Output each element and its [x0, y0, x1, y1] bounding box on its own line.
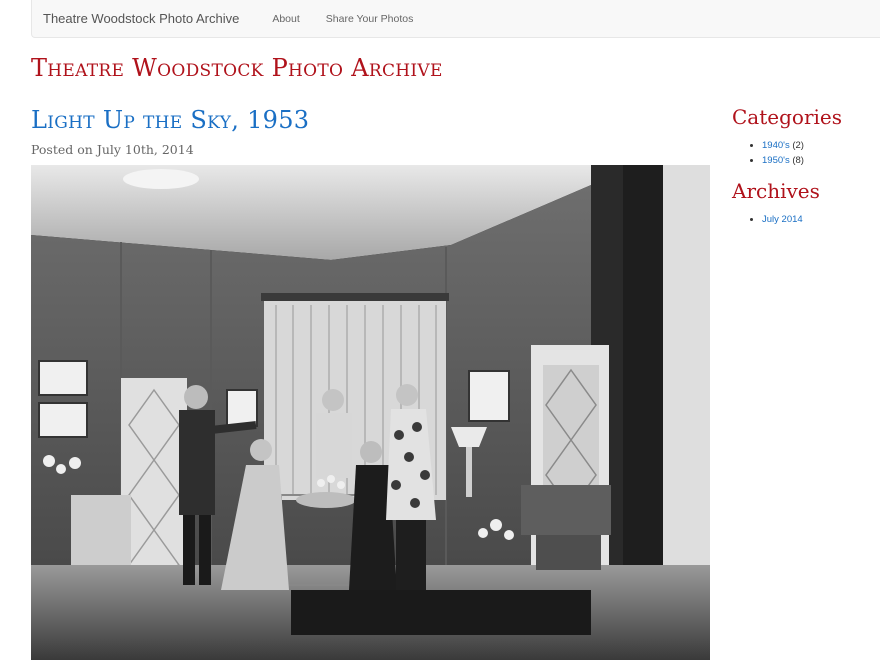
nav-link-share-your-photos[interactable]: Share Your Photos	[313, 13, 427, 25]
post-date: July 10th, 2014	[96, 142, 194, 157]
top-navbar: Theatre Woodstock Photo Archive About Sh…	[31, 0, 880, 38]
site-title: Theatre Woodstock Photo Archive	[31, 54, 443, 82]
categories-widget: Categories 1940's (2) 1950's (8)	[732, 104, 872, 168]
archive-item-july-2014: July 2014	[762, 212, 872, 227]
category-link-1950s[interactable]: 1950's	[762, 155, 790, 166]
category-item-1950s: 1950's (8)	[762, 153, 872, 168]
category-link-1940s[interactable]: 1940's	[762, 140, 790, 151]
archives-title: Archives	[732, 179, 820, 203]
stage-photo-illustration	[31, 165, 710, 660]
sidebar: Categories 1940's (2) 1950's (8) Archive…	[732, 104, 872, 237]
category-count-1940s: (2)	[792, 140, 804, 151]
nav-link-about[interactable]: About	[259, 13, 312, 25]
post-meta: Posted on July 10th, 2014	[31, 142, 194, 157]
category-item-1940s: 1940's (2)	[762, 138, 872, 153]
categories-title: Categories	[732, 105, 842, 129]
category-count-1950s: (8)	[792, 155, 804, 166]
categories-list: 1940's (2) 1950's (8)	[732, 138, 872, 168]
navbar-brand-link[interactable]: Theatre Woodstock Photo Archive	[32, 11, 259, 26]
archive-link-july-2014[interactable]: July 2014	[762, 214, 803, 225]
post-title-link[interactable]: Light Up the Sky, 1953	[31, 106, 309, 134]
archives-list: July 2014	[732, 212, 872, 227]
archives-widget: Archives July 2014	[732, 178, 872, 227]
post-meta-prefix: Posted on	[31, 142, 93, 157]
post-photo[interactable]	[31, 165, 710, 660]
